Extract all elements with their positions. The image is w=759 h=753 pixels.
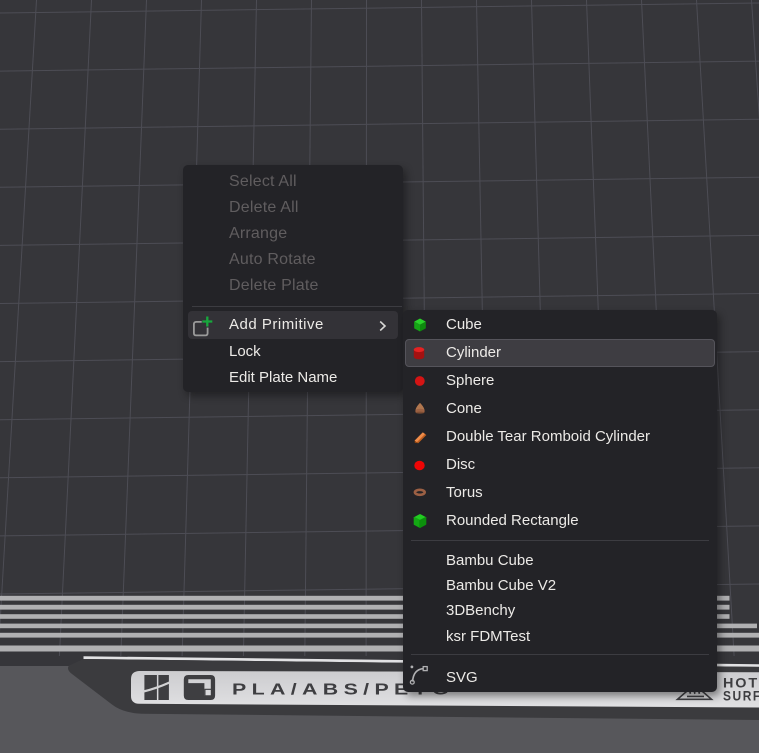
svg-text:SURFACE: SURFACE bbox=[723, 688, 759, 704]
